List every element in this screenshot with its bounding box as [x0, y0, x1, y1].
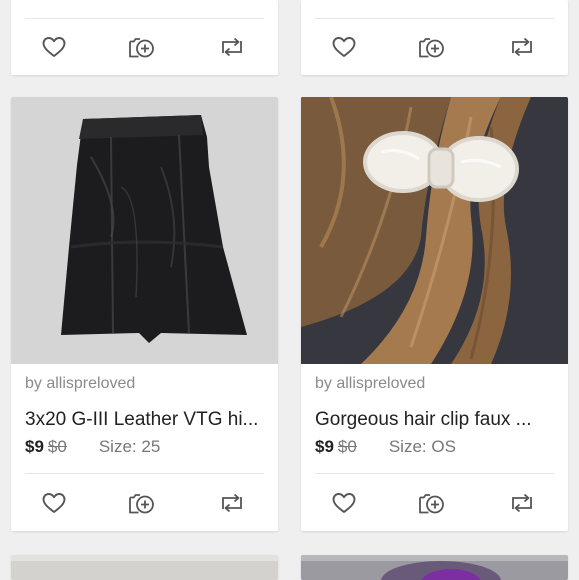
listing-meta: $9 $0 Size: 25	[25, 437, 160, 457]
card-divider	[315, 18, 554, 19]
listing-photo[interactable]	[301, 97, 568, 364]
listing-card-prev-left[interactable]	[11, 0, 278, 75]
bundle-button[interactable]	[127, 489, 155, 517]
card-actions	[11, 489, 278, 517]
heart-icon	[42, 493, 66, 513]
listing-title[interactable]: Gorgeous hair clip faux ...	[315, 409, 555, 431]
card-info-remnant	[11, 0, 278, 18]
seller-name[interactable]: by allispreloved	[25, 375, 135, 393]
like-button[interactable]	[40, 489, 68, 517]
add-to-bundle-icon	[419, 494, 444, 514]
listing-card[interactable]: by allispreloved Gorgeous hair clip faux…	[301, 97, 568, 531]
listing-photo-peek[interactable]	[11, 555, 278, 580]
share-button[interactable]	[508, 33, 536, 61]
add-to-bundle-icon	[419, 38, 444, 58]
bundle-button[interactable]	[127, 33, 155, 61]
card-divider	[25, 473, 264, 474]
add-to-bundle-icon	[129, 494, 154, 514]
listing-photo[interactable]	[11, 97, 278, 364]
add-to-bundle-icon	[129, 38, 154, 58]
listing-price: $9	[25, 437, 44, 456]
share-icon	[512, 493, 532, 513]
listing-price: $9	[315, 437, 334, 456]
listing-card[interactable]: by allispreloved 3x20 G-III Leather VTG …	[11, 97, 278, 531]
bundle-button[interactable]	[417, 489, 445, 517]
listing-size: Size: 25	[98, 437, 161, 456]
like-button[interactable]	[40, 33, 68, 61]
card-actions	[301, 489, 568, 517]
black-leather-skirt-image	[11, 97, 278, 364]
listing-photo-peek[interactable]	[301, 555, 568, 580]
heart-icon	[332, 493, 356, 513]
share-icon	[512, 37, 532, 57]
heart-icon	[42, 37, 66, 57]
listing-card-next-left[interactable]	[11, 555, 278, 580]
card-info-remnant	[301, 0, 568, 18]
bundle-button[interactable]	[417, 33, 445, 61]
card-divider	[315, 473, 554, 474]
listing-title[interactable]: 3x20 G-III Leather VTG hi...	[25, 409, 265, 431]
listing-photo-thumbnail	[301, 555, 568, 580]
seller-name[interactable]: by allispreloved	[315, 375, 425, 393]
listing-meta: $9 $0 Size: OS	[315, 437, 456, 457]
share-button[interactable]	[508, 489, 536, 517]
pearl-bow-hair-clip-image	[301, 97, 568, 364]
like-button[interactable]	[330, 489, 358, 517]
listing-size: Size: OS	[388, 437, 456, 456]
listing-photo-thumbnail	[11, 555, 278, 580]
share-button[interactable]	[218, 489, 246, 517]
listing-card-prev-right[interactable]	[301, 0, 568, 75]
listing-card-next-right[interactable]	[301, 555, 568, 580]
card-actions	[11, 33, 278, 61]
share-button[interactable]	[218, 33, 246, 61]
card-divider	[25, 18, 264, 19]
original-price: $0	[47, 437, 67, 456]
original-price: $0	[337, 437, 357, 456]
share-icon	[222, 493, 242, 513]
share-icon	[222, 37, 242, 57]
like-button[interactable]	[330, 33, 358, 61]
heart-icon	[332, 37, 356, 57]
card-actions	[301, 33, 568, 61]
